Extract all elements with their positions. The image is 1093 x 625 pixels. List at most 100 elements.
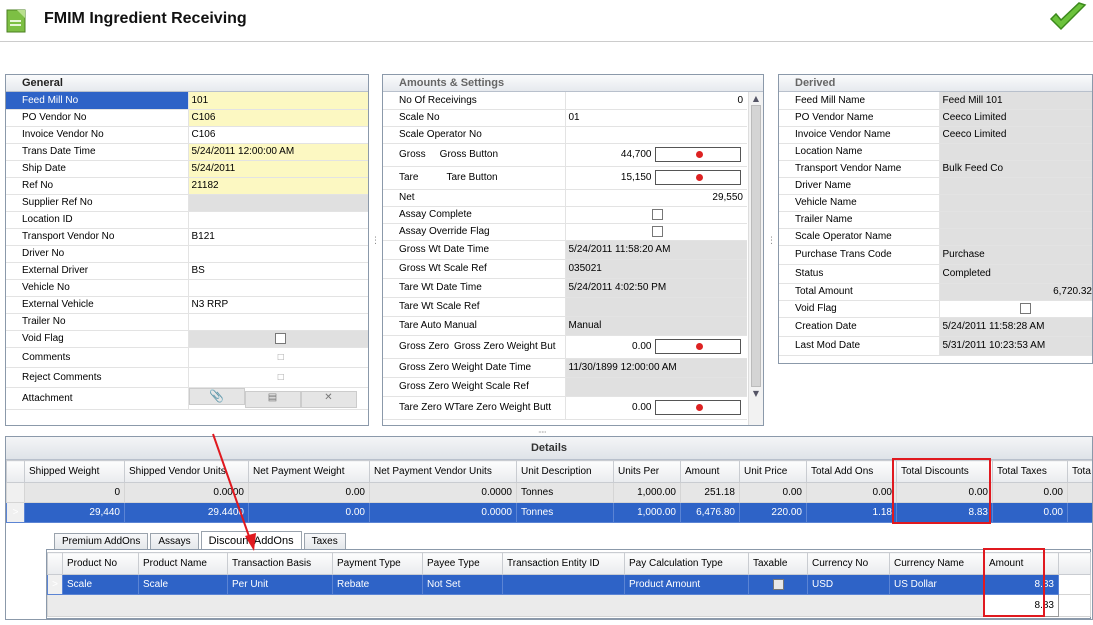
scroll-up-icon[interactable]: ▲ <box>749 94 763 103</box>
row-assay-override-flag[interactable]: Assay Override Flag <box>383 223 747 241</box>
column-header[interactable]: Units Per <box>613 460 681 483</box>
net-value[interactable]: 29,550 <box>564 189 747 207</box>
vertical-scrollbar[interactable]: ▲ ▼ <box>748 92 763 425</box>
cell[interactable]: Rebate <box>332 574 423 595</box>
row-external-vehicle[interactable]: External Vehicle N3 RRP <box>6 296 368 314</box>
row-po-vendor-no[interactable]: PO Vendor No C106 <box>6 109 368 127</box>
external-driver-input[interactable]: BS <box>187 262 368 280</box>
column-header[interactable]: Pay Calculation Type <box>624 552 749 575</box>
row-supplier-ref-no[interactable]: Supplier Ref No <box>6 194 368 212</box>
cell[interactable]: 0.0000 <box>369 482 517 503</box>
po-vendor-no-input[interactable]: C106 <box>187 109 368 127</box>
scroll-down-icon[interactable]: ▼ <box>749 389 763 398</box>
driver-no-input[interactable] <box>187 245 368 263</box>
row-reject-comments[interactable]: Reject Comments □ <box>6 367 368 388</box>
row-ship-date[interactable]: Ship Date 5/24/2011 <box>6 160 368 178</box>
cell[interactable]: US Dollar <box>889 574 985 595</box>
assay-override-checkbox[interactable] <box>652 225 664 237</box>
tare-auto-manual-input[interactable]: Manual <box>564 316 747 336</box>
column-header[interactable]: Total Add Ons <box>806 460 897 483</box>
remove-attachment-icon[interactable]: ✕ <box>300 391 357 408</box>
invoice-vendor-no-input[interactable]: C106 <box>187 126 368 144</box>
row-trailer-no[interactable]: Trailer No <box>6 313 368 331</box>
transport-vendor-no-input[interactable]: B121 <box>187 228 368 246</box>
cell[interactable]: Tonnes <box>516 482 614 503</box>
tare-button[interactable] <box>654 170 741 185</box>
tab-assays[interactable]: Assays <box>150 533 199 550</box>
row-tare-auto-manual[interactable]: Tare Auto Manual Manual <box>383 316 747 336</box>
scale-no-input[interactable]: 01 <box>564 109 747 127</box>
row-gross-zero[interactable]: Gross Zero Gross Zero Weight But 0.00 <box>383 335 747 359</box>
row-driver-no[interactable]: Driver No <box>6 245 368 263</box>
row-comments[interactable]: Comments □ <box>6 347 368 368</box>
gross-zero-value[interactable]: 0.00 <box>566 341 655 352</box>
column-header[interactable]: Shipped Weight <box>24 460 125 483</box>
cell[interactable]: 0.00 <box>739 482 807 503</box>
column-header[interactable]: Total Taxes <box>992 460 1068 483</box>
column-header[interactable]: Transaction Entity ID <box>502 552 625 575</box>
tare-wt-scale-ref-input[interactable] <box>564 297 747 317</box>
location-id-input[interactable] <box>187 211 368 229</box>
ref-no-input[interactable]: 21182 <box>187 177 368 195</box>
checkmark-save-icon[interactable] <box>1048 2 1088 34</box>
cell[interactable]: 0.00 <box>992 502 1068 523</box>
row-gross-zero-weight-scale-ref[interactable]: Gross Zero Weight Scale Ref <box>383 377 747 397</box>
cell[interactable]: 0.00 <box>806 482 897 503</box>
cell[interactable]: 29,440 <box>24 502 125 523</box>
column-header[interactable]: Currency Name <box>889 552 985 575</box>
cell[interactable]: Tonnes <box>516 502 614 523</box>
row-transport-vendor-no[interactable]: Transport Vendor No B121 <box>6 228 368 246</box>
splitter-handle[interactable]: ⋮ <box>371 236 380 246</box>
cell[interactable]: 0.0000 <box>369 502 517 523</box>
cell[interactable]: 0.00 <box>992 482 1068 503</box>
cell[interactable]: 1,000.00 <box>613 502 681 523</box>
cell[interactable] <box>502 574 625 595</box>
tab-premium-addons[interactable]: Premium AddOns <box>54 533 149 550</box>
tare-value[interactable]: 15,150 <box>566 172 655 183</box>
column-header[interactable]: Payment Type <box>332 552 423 575</box>
column-header[interactable]: Payee Type <box>422 552 503 575</box>
cell[interactable]: Per Unit <box>227 574 333 595</box>
cell[interactable]: 1.18 <box>806 502 897 523</box>
vehicle-no-input[interactable] <box>187 279 368 297</box>
tab-taxes[interactable]: Taxes <box>303 533 346 550</box>
tare-zero-value[interactable]: 0.00 <box>566 402 655 413</box>
column-header[interactable]: Unit Description <box>516 460 614 483</box>
row-indicator[interactable]: > <box>47 574 63 595</box>
paperclip-icon[interactable]: 📎 <box>189 388 245 405</box>
row-gross-zero-weight-date-time[interactable]: Gross Zero Weight Date Time 11/30/1899 12… <box>383 358 747 378</box>
trans-date-time-input[interactable]: 5/24/2011 12:00:00 AM <box>187 143 368 161</box>
cell[interactable]: 1,000.00 <box>613 482 681 503</box>
column-header[interactable]: Unit Price <box>739 460 807 483</box>
row-attachment[interactable]: Attachment 📎 ▤ ✕ <box>6 387 368 410</box>
feed-mill-no-input[interactable]: 101 <box>187 92 368 110</box>
row-tare-wt-scale-ref[interactable]: Tare Wt Scale Ref <box>383 297 747 317</box>
memo-edit-icon[interactable]: □ <box>278 372 284 383</box>
row-indicator[interactable] <box>6 482 25 503</box>
column-header[interactable]: Net Payment Weight <box>248 460 370 483</box>
void-flag-checkbox[interactable] <box>275 332 287 344</box>
gross-wt-scale-ref-input[interactable]: 035021 <box>564 259 747 279</box>
cell[interactable]: USD <box>807 574 890 595</box>
row-assay-complete[interactable]: Assay Complete <box>383 206 747 224</box>
column-header[interactable]: Product Name <box>138 552 228 575</box>
cell[interactable]: Scale <box>62 574 139 595</box>
external-vehicle-input[interactable]: N3 RRP <box>187 296 368 314</box>
tare-wt-date-time-input[interactable]: 5/24/2011 4:02:50 PM <box>564 278 747 298</box>
row-location-id[interactable]: Location ID <box>6 211 368 229</box>
cell[interactable]: Not Set <box>422 574 503 595</box>
row-ref-no[interactable]: Ref No 21182 <box>6 177 368 195</box>
row-feed-mill-no[interactable]: Feed Mill No 101 <box>6 92 368 110</box>
row-trans-date-time[interactable]: Trans Date Time 5/24/2011 12:00:00 AM <box>6 143 368 161</box>
row-indicator[interactable]: > <box>6 502 25 523</box>
column-header[interactable]: Transaction Basis <box>227 552 333 575</box>
taxable-checkbox[interactable] <box>772 578 784 590</box>
reject-comments-edit-cell[interactable]: □ <box>187 367 368 388</box>
assay-complete-checkbox[interactable] <box>652 208 664 220</box>
row-vehicle-no[interactable]: Vehicle No <box>6 279 368 297</box>
row-gross-wt-scale-ref[interactable]: Gross Wt Scale Ref 035021 <box>383 259 747 279</box>
cell[interactable]: 0.00 <box>248 502 370 523</box>
scroll-thumb[interactable] <box>751 105 761 387</box>
column-header[interactable]: Amount <box>680 460 740 483</box>
cell[interactable]: 0 <box>24 482 125 503</box>
